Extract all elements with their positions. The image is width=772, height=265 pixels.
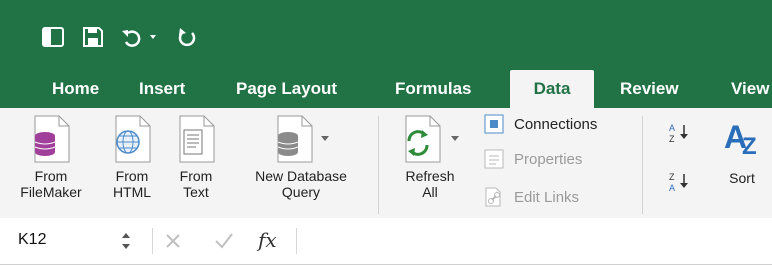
svg-text:Z: Z bbox=[669, 134, 675, 143]
new-database-query-label: New Database Query bbox=[255, 168, 347, 200]
tab-home[interactable]: Home bbox=[52, 70, 99, 108]
from-text-button[interactable]: From Text bbox=[168, 114, 224, 200]
sort-descending-icon: Z A bbox=[669, 172, 688, 192]
tab-insert[interactable]: Insert bbox=[139, 70, 185, 108]
sidebar-toggle-button[interactable] bbox=[38, 22, 68, 52]
new-database-query-button[interactable]: New Database Query bbox=[238, 114, 364, 200]
svg-text:A: A bbox=[669, 183, 675, 192]
refresh-all-button[interactable]: Refresh All bbox=[388, 114, 472, 200]
svg-text:A: A bbox=[669, 123, 675, 133]
sort-ascending-icon: A Z bbox=[669, 123, 688, 143]
formula-bar-separator bbox=[296, 228, 297, 254]
tab-formulas[interactable]: Formulas bbox=[395, 70, 472, 108]
confirm-check-icon[interactable] bbox=[214, 232, 234, 250]
edit-links-icon bbox=[485, 187, 501, 207]
redo-icon bbox=[178, 28, 196, 47]
connections-icon bbox=[484, 114, 504, 134]
globe-document-icon bbox=[115, 115, 151, 163]
name-box[interactable]: K12 bbox=[18, 231, 46, 249]
sidebar-toggle-icon bbox=[42, 27, 64, 47]
tab-review[interactable]: Review bbox=[620, 70, 679, 108]
save-button[interactable] bbox=[78, 22, 108, 52]
tab-view[interactable]: View bbox=[731, 70, 769, 108]
ribbon-tabs: Home Insert Page Layout Formulas Data Re… bbox=[0, 70, 772, 108]
formula-bar: K12 fx bbox=[0, 218, 772, 265]
redo-button[interactable] bbox=[172, 22, 202, 52]
from-html-button[interactable]: From HTML bbox=[103, 114, 161, 200]
svg-text:Z: Z bbox=[742, 133, 757, 156]
text-document-icon bbox=[179, 115, 215, 163]
svg-text:Z: Z bbox=[669, 172, 675, 182]
edit-links-button[interactable]: Edit Links bbox=[484, 186, 579, 208]
refresh-document-icon bbox=[405, 115, 441, 163]
from-html-label: From HTML bbox=[112, 168, 152, 200]
dropdown-arrow-icon[interactable] bbox=[320, 135, 330, 143]
fx-icon[interactable]: fx bbox=[258, 228, 277, 252]
ribbon-panel: From FileMaker From HTML From Text New D… bbox=[0, 108, 772, 219]
sort-label: Sort bbox=[729, 170, 755, 186]
quick-access-toolbar bbox=[38, 22, 212, 52]
properties-icon bbox=[484, 149, 504, 169]
refresh-all-label: Refresh All bbox=[405, 168, 455, 200]
ribbon-separator bbox=[642, 116, 643, 214]
from-filemaker-button[interactable]: From FileMaker bbox=[6, 114, 96, 200]
sort-z-to-a-button[interactable]: Z A bbox=[668, 170, 690, 192]
properties-label: Properties bbox=[514, 150, 583, 168]
undo-button[interactable] bbox=[118, 22, 162, 52]
tab-data[interactable]: Data bbox=[510, 70, 594, 108]
filemaker-database-icon bbox=[34, 115, 70, 163]
sort-button[interactable]: A Z Sort bbox=[712, 116, 772, 186]
sort-a-to-z-button[interactable]: A Z bbox=[668, 121, 690, 143]
connections-button[interactable]: Connections bbox=[484, 114, 597, 134]
formula-bar-separator bbox=[152, 228, 153, 254]
database-document-icon bbox=[277, 115, 313, 163]
undo-icon bbox=[122, 30, 156, 47]
cancel-x-icon[interactable] bbox=[164, 232, 182, 250]
title-bar: Home Insert Page Layout Formulas Data Re… bbox=[0, 0, 772, 108]
from-filemaker-label: From FileMaker bbox=[20, 168, 82, 200]
dropdown-arrow-icon[interactable] bbox=[450, 135, 460, 143]
from-text-label: From Text bbox=[179, 168, 213, 200]
save-icon bbox=[83, 27, 103, 47]
edit-links-label: Edit Links bbox=[514, 188, 580, 206]
formula-input[interactable] bbox=[300, 226, 760, 256]
tab-page-layout[interactable]: Page Layout bbox=[236, 70, 337, 108]
connections-label: Connections bbox=[514, 115, 598, 133]
ribbon-separator bbox=[378, 116, 379, 214]
name-box-stepper-icon[interactable] bbox=[120, 230, 132, 252]
properties-button[interactable]: Properties bbox=[484, 149, 582, 169]
sort-az-icon: A Z bbox=[724, 119, 757, 156]
